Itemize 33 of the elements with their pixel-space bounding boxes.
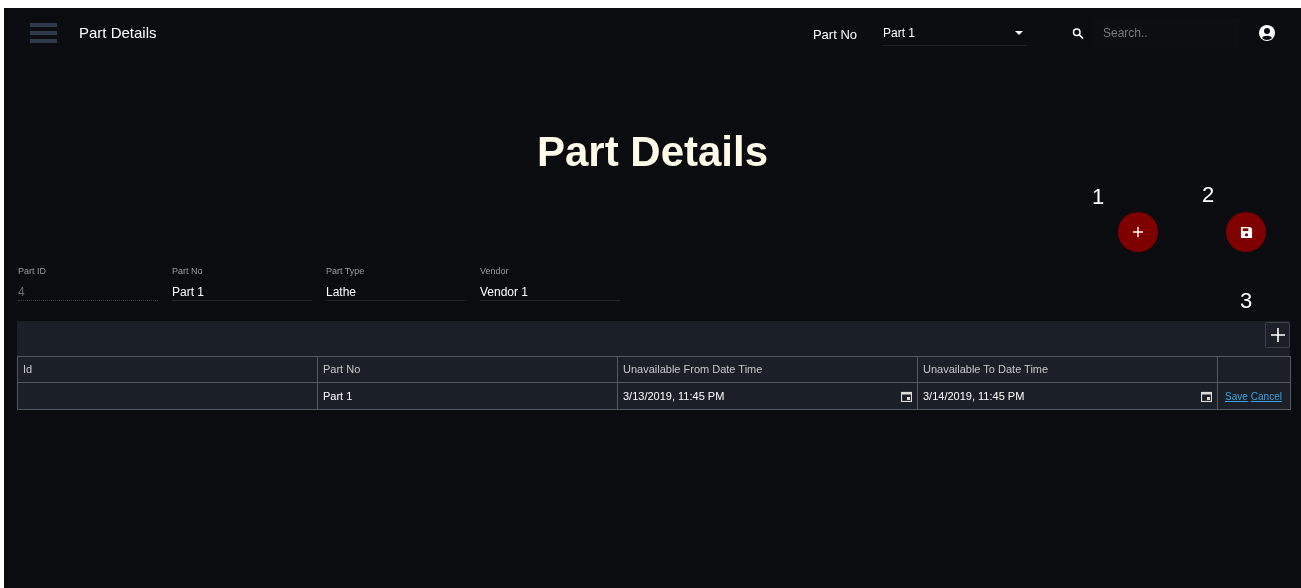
part-no-label: Part No <box>812 26 857 45</box>
cancel-link[interactable]: Cancel <box>1250 390 1282 402</box>
callout-number: 2 <box>1202 181 1215 209</box>
save-link[interactable]: Save <box>1225 390 1248 402</box>
user-account-icon[interactable] <box>1259 25 1275 41</box>
plus-icon <box>1133 227 1143 237</box>
search-icon <box>1072 26 1084 40</box>
app-title: Part Details <box>79 22 157 43</box>
input-field[interactable]: Vendor 1 <box>480 283 620 301</box>
callout-number: 1 <box>1092 183 1105 211</box>
field-label: Part ID <box>18 265 47 277</box>
column-header: Unavailable From Date Time <box>617 356 918 383</box>
column-header: Id <box>17 356 318 383</box>
date-field[interactable]: 3/13/2019, 11:45 PM <box>617 382 918 410</box>
date-field[interactable]: 3/14/2019, 11:45 PM <box>917 382 1218 410</box>
table-cell: Part 1 <box>317 382 618 410</box>
input-field[interactable]: Part 1 <box>172 283 312 301</box>
save-button[interactable] <box>1226 212 1266 252</box>
plus-icon <box>1270 328 1285 342</box>
calendar-icon <box>901 390 912 402</box>
part-no-dropdown[interactable]: Part 1 <box>883 20 1027 46</box>
add-row-button[interactable] <box>1265 322 1290 348</box>
callout-number: 3 <box>1240 287 1253 315</box>
calendar-icon <box>1201 390 1212 402</box>
input-field[interactable]: Lathe <box>326 283 466 301</box>
field-label: Part No <box>172 265 204 277</box>
caret-icon <box>1015 30 1023 35</box>
field-label: Vendor <box>480 265 510 277</box>
column-header: Part No <box>317 356 618 383</box>
column-header: Unavailable To Date Time <box>917 356 1218 383</box>
page-title: Part Details <box>535 127 770 177</box>
add-button[interactable] <box>1118 212 1158 252</box>
field-label: Part Type <box>326 265 366 277</box>
